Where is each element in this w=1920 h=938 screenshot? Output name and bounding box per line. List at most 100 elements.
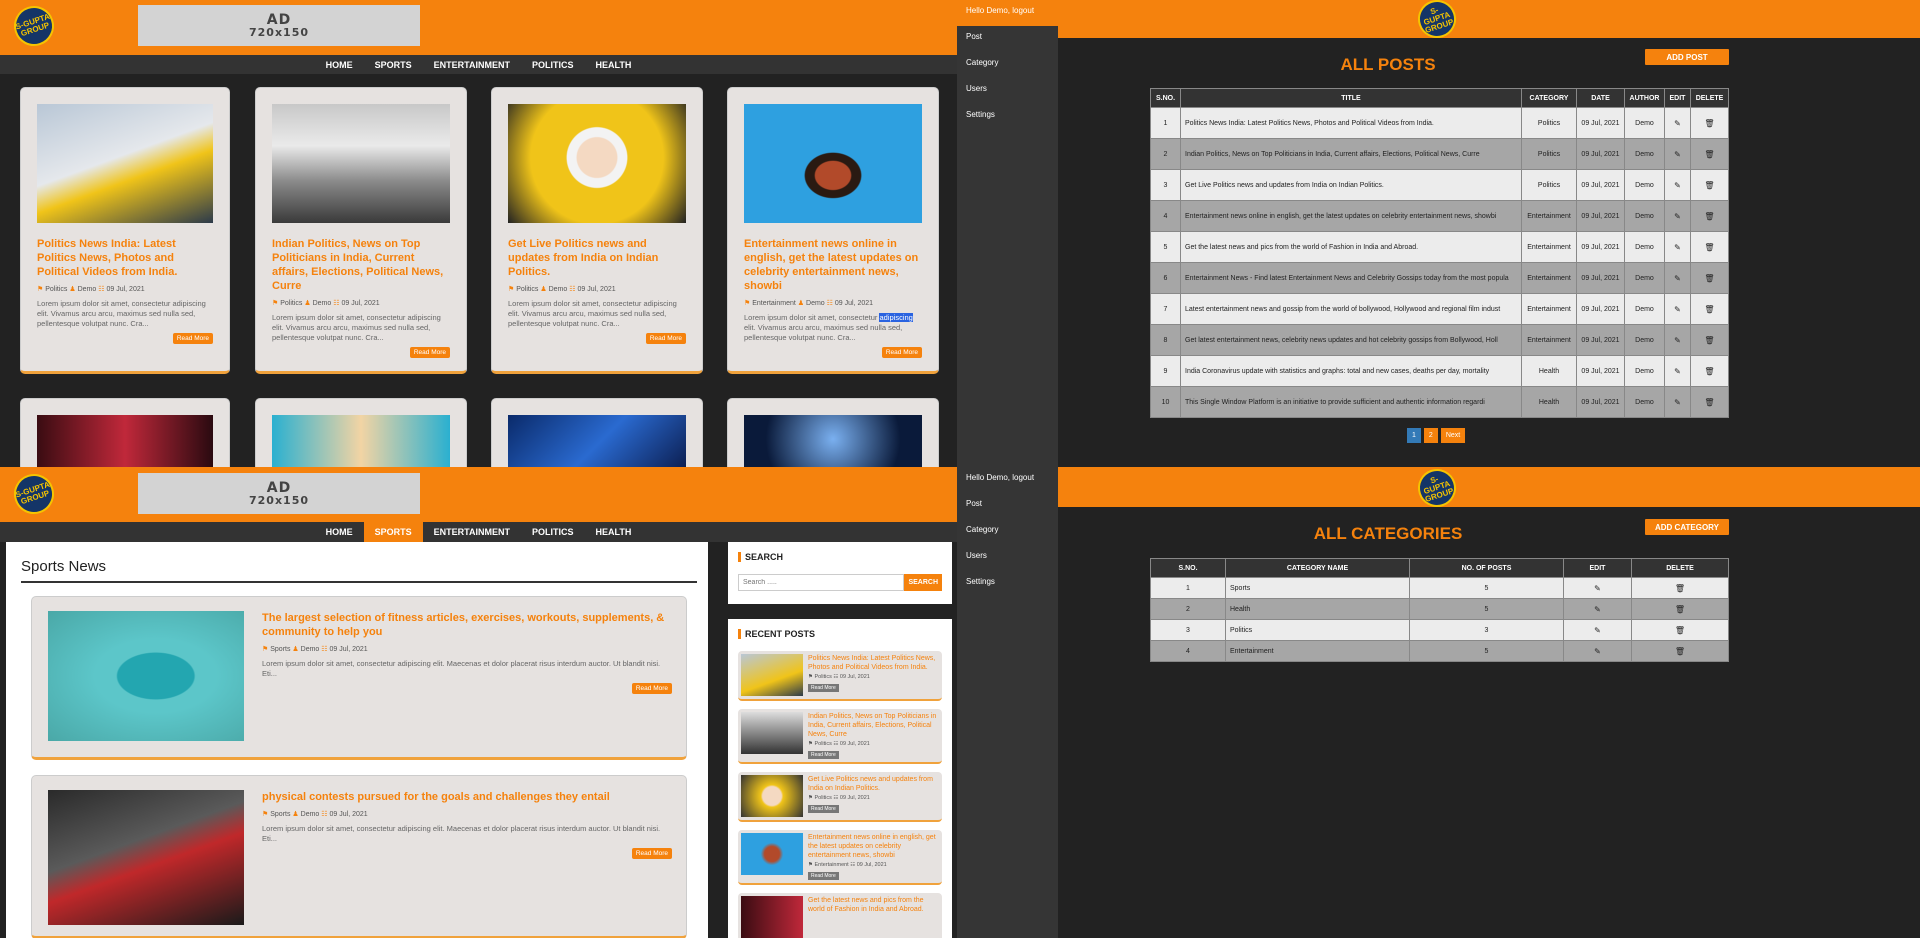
post-card[interactable]: Entertainment news online in english, ge… (727, 87, 939, 374)
read-more-button[interactable]: Read More (808, 872, 839, 880)
nav-home[interactable]: HOME (315, 55, 364, 74)
page-next[interactable]: Next (1440, 428, 1466, 443)
recent-post-category[interactable]: Entertainment (814, 862, 848, 868)
post-image[interactable] (37, 104, 213, 223)
trash-icon[interactable]: 🗑 (1704, 274, 1714, 283)
edit-icon[interactable]: ✎ (1674, 181, 1681, 190)
nav-sports[interactable]: SPORTS (363, 522, 423, 542)
recent-post-category[interactable]: Politics (814, 741, 831, 747)
recent-post-item[interactable]: Get the latest news and pics from the wo… (738, 893, 942, 938)
sidebar-item-post[interactable]: Post (957, 26, 1058, 52)
site-logo[interactable]: S-GUPTA GROUP (8, 0, 60, 52)
trash-icon[interactable]: 🗑 (1704, 336, 1714, 345)
post-card[interactable] (491, 398, 703, 467)
nav-sports[interactable]: SPORTS (364, 55, 423, 74)
search-input[interactable] (738, 574, 905, 591)
recent-post-thumb[interactable] (741, 833, 803, 875)
recent-post-title[interactable]: Get Live Politics news and updates from … (808, 775, 939, 793)
nav-entertainment[interactable]: ENTERTAINMENT (423, 55, 521, 74)
read-more-button[interactable]: Read More (631, 683, 672, 694)
post-image[interactable] (272, 104, 450, 223)
edit-icon[interactable]: ✎ (1594, 647, 1601, 656)
read-more-button[interactable]: Read More (808, 751, 839, 759)
sidebar-item-category[interactable]: Category (957, 52, 1058, 78)
edit-icon[interactable]: ✎ (1674, 398, 1681, 407)
post-card[interactable]: Indian Politics, News on Top Politicians… (255, 87, 467, 374)
read-more-button[interactable]: Read More (172, 333, 213, 344)
post-category[interactable]: Politics (516, 286, 538, 293)
edit-icon[interactable]: ✎ (1594, 605, 1601, 614)
recent-post-thumb[interactable] (741, 712, 803, 754)
nav-politics[interactable]: POLITICS (521, 522, 585, 542)
logout-link[interactable]: Hello Demo, logout (957, 0, 1058, 26)
nav-entertainment[interactable]: ENTERTAINMENT (423, 522, 521, 542)
recent-post-title[interactable]: Politics News India: Latest Politics New… (808, 654, 939, 672)
read-more-button[interactable]: Read More (409, 347, 450, 358)
add-post-button[interactable]: ADD POST (1645, 49, 1729, 65)
trash-icon[interactable]: 🗑 (1704, 398, 1714, 407)
recent-post-item[interactable]: Politics News India: Latest Politics New… (738, 651, 942, 701)
trash-icon[interactable]: 🗑 (1675, 584, 1685, 593)
post-card[interactable] (727, 398, 939, 467)
post-category[interactable]: Sports (270, 646, 290, 653)
page-1[interactable]: 1 (1407, 428, 1421, 443)
post-category[interactable]: Politics (280, 300, 302, 307)
edit-icon[interactable]: ✎ (1674, 150, 1681, 159)
trash-icon[interactable]: 🗑 (1704, 150, 1714, 159)
site-logo[interactable]: S-GUPTA GROUP (8, 468, 60, 520)
post-title[interactable]: Indian Politics, News on Top Politicians… (272, 237, 450, 293)
post-title[interactable]: physical contests pursued for the goals … (262, 790, 672, 804)
nav-home[interactable]: HOME (315, 522, 364, 542)
post-image[interactable] (508, 104, 686, 223)
post-image[interactable] (37, 415, 213, 467)
ad-banner[interactable]: AD 720x150 (138, 473, 420, 514)
post-image[interactable] (48, 790, 244, 925)
post-card[interactable]: The largest selection of fitness article… (31, 596, 687, 760)
read-more-button[interactable]: Read More (631, 848, 672, 859)
edit-icon[interactable]: ✎ (1674, 367, 1681, 376)
nav-politics[interactable]: POLITICS (521, 55, 585, 74)
trash-icon[interactable]: 🗑 (1675, 605, 1685, 614)
recent-post-thumb[interactable] (741, 775, 803, 817)
edit-icon[interactable]: ✎ (1674, 305, 1681, 314)
trash-icon[interactable]: 🗑 (1704, 305, 1714, 314)
trash-icon[interactable]: 🗑 (1704, 181, 1714, 190)
page-2[interactable]: 2 (1423, 428, 1438, 443)
edit-icon[interactable]: ✎ (1594, 584, 1601, 593)
edit-icon[interactable]: ✎ (1674, 243, 1681, 252)
site-logo[interactable]: S-GUPTA GROUP (1413, 467, 1461, 512)
read-more-button[interactable]: Read More (808, 684, 839, 692)
recent-post-thumb[interactable] (741, 896, 803, 938)
recent-post-title[interactable]: Entertainment news online in english, ge… (808, 833, 939, 860)
recent-post-thumb[interactable] (741, 654, 803, 696)
trash-icon[interactable]: 🗑 (1704, 243, 1714, 252)
sidebar-item-users[interactable]: Users (957, 78, 1058, 104)
sidebar-item-users[interactable]: Users (957, 545, 1058, 571)
post-title[interactable]: Politics News India: Latest Politics New… (37, 237, 213, 279)
trash-icon[interactable]: 🗑 (1675, 626, 1685, 635)
recent-post-item[interactable]: Entertainment news online in english, ge… (738, 830, 942, 885)
ad-banner[interactable]: AD 720x150 (138, 5, 420, 46)
post-category[interactable]: Entertainment (752, 300, 796, 307)
post-card[interactable]: Get Live Politics news and updates from … (491, 87, 703, 374)
post-category[interactable]: Sports (270, 811, 290, 818)
trash-icon[interactable]: 🗑 (1704, 367, 1714, 376)
read-more-button[interactable]: Read More (645, 333, 686, 344)
selected-text[interactable]: adipiscing (879, 313, 913, 322)
post-card[interactable]: physical contests pursued for the goals … (31, 775, 687, 938)
post-card[interactable]: Politics News India: Latest Politics New… (20, 87, 230, 374)
post-title[interactable]: Entertainment news online in english, ge… (744, 237, 922, 293)
nav-health[interactable]: HEALTH (585, 55, 643, 74)
edit-icon[interactable]: ✎ (1674, 119, 1681, 128)
post-title[interactable]: Get Live Politics news and updates from … (508, 237, 686, 279)
logout-link[interactable]: Hello Demo, logout (957, 467, 1058, 493)
trash-icon[interactable]: 🗑 (1704, 212, 1714, 221)
edit-icon[interactable]: ✎ (1674, 212, 1681, 221)
recent-post-item[interactable]: Indian Politics, News on Top Politicians… (738, 709, 942, 764)
site-logo[interactable]: S-GUPTA GROUP (1413, 0, 1461, 43)
recent-post-category[interactable]: Politics (814, 674, 831, 680)
read-more-button[interactable]: Read More (808, 805, 839, 813)
edit-icon[interactable]: ✎ (1674, 274, 1681, 283)
sidebar-item-settings[interactable]: Settings (957, 571, 1058, 597)
add-category-button[interactable]: ADD CATEGORY (1645, 519, 1729, 535)
